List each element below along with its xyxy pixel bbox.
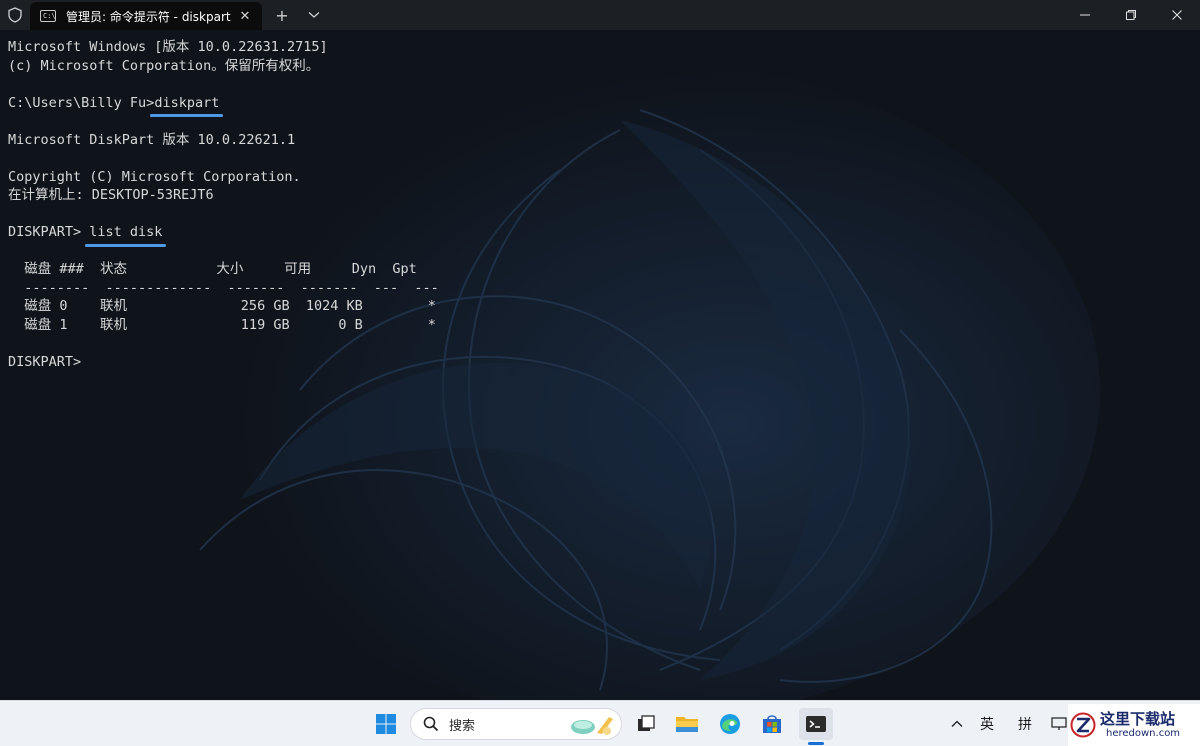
- file-explorer-button[interactable]: [673, 708, 701, 740]
- minimize-button[interactable]: [1062, 0, 1108, 30]
- search-highlight-icon: [571, 717, 613, 735]
- site-watermark: 这里下载站 heredown.com: [1068, 704, 1200, 746]
- tab-title: 管理员: 命令提示符 - diskpart: [66, 9, 231, 24]
- display-tray-button[interactable]: [1050, 708, 1068, 740]
- ime-mode-indicator[interactable]: 拼: [1018, 714, 1032, 734]
- tab-command-prompt[interactable]: C:\ 管理员: 命令提示符 - diskpart ✕: [30, 2, 262, 30]
- folder-icon: [676, 717, 698, 732]
- chevron-up-icon: [951, 720, 963, 727]
- output-line: (c) Microsoft Corporation。保留所有权利。: [8, 57, 320, 74]
- restore-icon: [1126, 10, 1136, 20]
- terminal-output[interactable]: Microsoft Windows [版本 10.0.22631.2715] (…: [0, 30, 1200, 700]
- cmd-icon: C:\: [40, 10, 56, 22]
- command-diskpart: diskpart: [150, 94, 224, 117]
- chevron-down-icon: [308, 12, 320, 18]
- watermark-logo-icon: [1070, 712, 1096, 738]
- title-bar[interactable]: C:\ 管理员: 命令提示符 - diskpart ✕ +: [0, 0, 1200, 30]
- taskbar: 搜索 英 拼: [0, 700, 1200, 746]
- command-line-diskpart: C:\Users\Billy Fu>diskpart: [8, 94, 439, 117]
- close-icon: [1172, 10, 1182, 20]
- output-line: Copyright (C) Microsoft Corporation.: [8, 168, 301, 185]
- watermark-en: heredown.com: [1106, 727, 1181, 739]
- start-button[interactable]: [370, 708, 402, 740]
- command-list-disk: list disk: [85, 224, 167, 246]
- disk-table-header: 磁盘 ### 状态 大小 可用 Dyn Gpt: [8, 261, 417, 277]
- terminal-window: C:\ 管理员: 命令提示符 - diskpart ✕ + Microsoft …: [0, 0, 1200, 746]
- tab-dropdown-button[interactable]: [298, 0, 330, 30]
- prompt-text: C:\Users\Billy Fu>: [8, 94, 155, 111]
- output-line: Microsoft Windows [版本 10.0.22631.2715]: [8, 39, 328, 55]
- output-line: Microsoft DiskPart 版本 10.0.22621.1: [8, 131, 296, 148]
- search-icon: [423, 716, 439, 732]
- edge-icon: [720, 714, 740, 734]
- disk-table-row: 磁盘 1 联机 119 GB 0 B *: [8, 316, 436, 333]
- close-tab-icon[interactable]: ✕: [236, 9, 254, 24]
- watermark-cn: 这里下载站: [1100, 709, 1176, 728]
- windows-logo-icon: [376, 714, 396, 734]
- terminal-lines: Microsoft Windows [版本 10.0.22631.2715] (…: [8, 38, 439, 371]
- minimize-icon: [1080, 14, 1090, 16]
- ime-language-indicator[interactable]: 英: [980, 714, 994, 734]
- store-icon: [763, 715, 781, 733]
- output-line: 在计算机上: DESKTOP-53REJT6: [8, 187, 214, 203]
- monitor-icon: [1051, 717, 1067, 730]
- taskbar-search[interactable]: 搜索: [410, 708, 622, 740]
- admin-shield-icon: [0, 0, 30, 30]
- close-window-button[interactable]: [1154, 0, 1200, 30]
- prompt-text: DISKPART>: [8, 224, 90, 240]
- maximize-button[interactable]: [1108, 0, 1154, 30]
- task-view-button[interactable]: [632, 708, 660, 740]
- new-tab-button[interactable]: +: [266, 0, 298, 30]
- show-hidden-icons-button[interactable]: [946, 708, 968, 740]
- task-view-icon: [638, 715, 655, 731]
- active-app-indicator: [808, 742, 824, 745]
- current-prompt: DISKPART>: [8, 353, 90, 370]
- edge-browser-button[interactable]: [716, 708, 744, 740]
- disk-table-divider: -------- ------------- ------- ------- -…: [8, 279, 439, 296]
- disk-table-row: 磁盘 0 联机 256 GB 1024 KB *: [8, 298, 436, 314]
- microsoft-store-button[interactable]: [758, 708, 786, 740]
- terminal-icon: [806, 716, 826, 732]
- terminal-taskbar-button[interactable]: [799, 708, 833, 740]
- command-line-list-disk: DISKPART> list disk: [8, 223, 439, 246]
- search-label: 搜索: [449, 718, 476, 734]
